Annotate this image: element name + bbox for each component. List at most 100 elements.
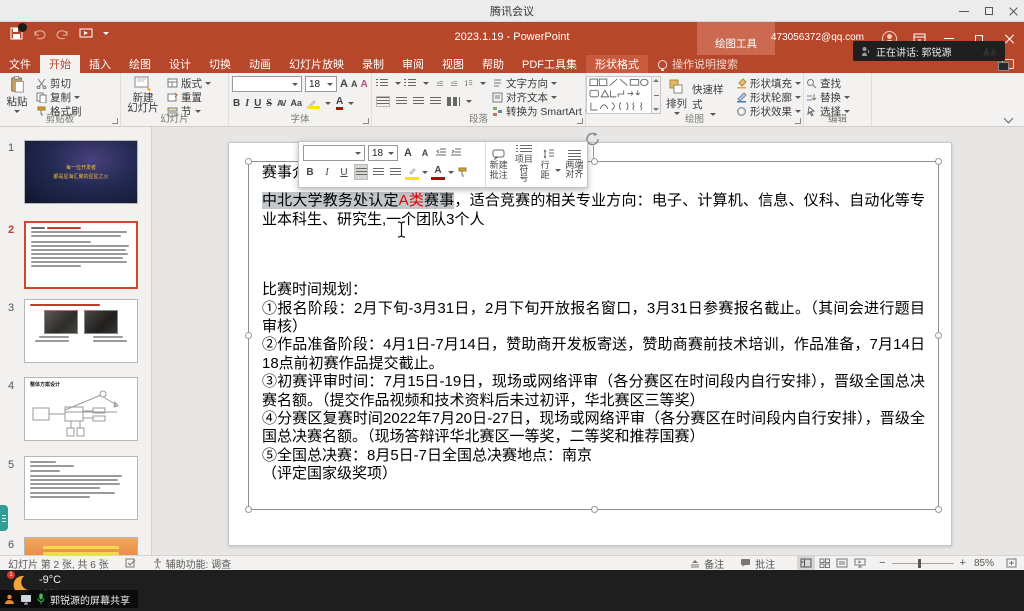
zoom-out-button[interactable]: − (879, 557, 885, 569)
mini-font-size-combo[interactable]: 18 (368, 145, 398, 161)
tab-transitions[interactable]: 切换 (200, 55, 240, 73)
slide-thumbnail-4[interactable]: 整体方案设计 (24, 377, 138, 441)
align-left-button[interactable] (376, 96, 390, 107)
tell-me-search[interactable]: 操作说明搜索 (648, 55, 748, 73)
mini-line-spacing-button[interactable]: 行距 (537, 142, 562, 187)
slide-counter[interactable]: 幻灯片 第 2 张, 共 6 张 (0, 556, 117, 571)
resize-handle-ne[interactable] (935, 158, 942, 165)
numbering-button[interactable] (408, 79, 416, 88)
mini-new-comment-button[interactable]: 新建批注 (486, 142, 511, 187)
comments-button[interactable]: 批注 (732, 556, 783, 571)
cut-button[interactable]: 剪切 (34, 77, 84, 90)
shape-outline-button[interactable]: 形状轮廓 (734, 91, 803, 104)
account-email[interactable]: 473056372@qq.com (771, 32, 864, 43)
italic-button[interactable]: I (245, 98, 249, 109)
slide-thumbnail-2-selected[interactable] (24, 221, 138, 289)
slide-sorter-view-button[interactable] (815, 556, 833, 570)
mini-highlight-button[interactable] (405, 164, 419, 180)
resize-handle-w[interactable] (245, 332, 252, 339)
change-case-button[interactable]: Aa (290, 98, 302, 108)
shrink-font-button[interactable]: A (351, 79, 358, 89)
mini-highlight-caret-icon[interactable] (422, 171, 428, 174)
character-spacing-button[interactable]: AV (277, 99, 286, 108)
mini-underline-button[interactable]: U (337, 164, 351, 180)
paste-button[interactable]: 粘贴 (0, 73, 34, 113)
grow-font-button[interactable]: A (340, 78, 348, 90)
meeting-minimize-button[interactable] (959, 11, 969, 12)
font-color-button[interactable]: A (336, 96, 343, 110)
font-color-caret-icon[interactable] (348, 102, 354, 105)
bold-button[interactable]: B (233, 98, 240, 109)
font-name-combo[interactable] (232, 76, 302, 92)
slide-thumbnail-1[interactable]: 每一位开发者 都是星海汇聚的星星之火 (24, 140, 138, 204)
highlight-caret-icon[interactable] (325, 102, 331, 105)
mini-bold-button[interactable]: B (303, 164, 317, 180)
zoom-slider-thumb[interactable] (918, 559, 921, 568)
copy-button[interactable]: 复制 (34, 91, 84, 104)
current-slide[interactable]: 赛事介绍 中北大学教务处认定A类赛事，适合竞赛的相关专业方向：电子、计算机、信息… (228, 142, 952, 546)
tab-draw[interactable]: 绘图 (120, 55, 160, 73)
align-right-button[interactable] (413, 97, 424, 106)
mini-grow-font-button[interactable]: A (401, 145, 415, 161)
quick-styles-button[interactable]: 快速样式 (692, 76, 734, 116)
justify-button[interactable] (430, 97, 441, 106)
shape-fill-button[interactable]: 形状填充 (734, 77, 803, 90)
resize-handle-nw[interactable] (245, 158, 252, 165)
drawing-dialog-launcher[interactable] (795, 118, 801, 124)
line-spacing-icon[interactable] (465, 78, 473, 89)
resize-handle-se[interactable] (935, 506, 942, 513)
mini-font-color-button[interactable]: A (431, 164, 445, 180)
resize-handle-e[interactable] (935, 332, 942, 339)
text-direction-button[interactable]: 文字方向 (490, 77, 593, 90)
screen-share-bar[interactable]: 郭锐源的屏幕共享 (0, 590, 138, 608)
find-button[interactable]: 查找 (804, 77, 871, 90)
tab-file[interactable]: 文件 (0, 55, 40, 73)
tab-help[interactable]: 帮助 (473, 55, 513, 73)
meeting-annotation-tab[interactable] (0, 505, 8, 531)
font-size-combo[interactable]: 18 (305, 76, 337, 92)
tab-insert[interactable]: 插入 (80, 55, 120, 73)
reset-button[interactable]: 重置 (165, 91, 213, 104)
tab-animations[interactable]: 动画 (240, 55, 280, 73)
tab-design[interactable]: 设计 (160, 55, 200, 73)
mini-justify-button[interactable]: 两端对齐 (562, 142, 587, 187)
shapes-gallery-scrollbar[interactable] (652, 76, 661, 114)
mini-shrink-font-button[interactable]: A (418, 145, 432, 161)
slide-body-text[interactable]: 赛事介绍 中北大学教务处认定A类赛事，适合竞赛的相关专业方向：电子、计算机、信息… (262, 164, 925, 484)
font-dialog-launcher[interactable] (363, 118, 369, 124)
tab-record[interactable]: 录制 (353, 55, 393, 73)
align-text-button[interactable]: 对齐文本 (490, 91, 593, 104)
tab-review[interactable]: 审阅 (393, 55, 433, 73)
arrange-button[interactable]: 排列 (661, 76, 692, 116)
mini-align-right-button[interactable] (388, 164, 402, 180)
new-slide-button[interactable]: 新建幻灯片 (121, 73, 165, 113)
mini-align-center-button[interactable] (371, 164, 385, 180)
bullets-button[interactable] (380, 79, 388, 88)
layout-button[interactable]: 版式 (165, 77, 213, 90)
mini-increase-indent-icon[interactable] (450, 148, 462, 158)
resize-handle-sw[interactable] (245, 506, 252, 513)
tab-home[interactable]: 开始 (40, 55, 80, 73)
increase-indent-icon[interactable] (450, 79, 458, 89)
tab-slideshow[interactable]: 幻灯片放映 (280, 55, 353, 73)
slideshow-view-button[interactable] (851, 556, 869, 570)
mini-font-color-caret-icon[interactable] (448, 171, 454, 174)
shapes-gallery[interactable] (586, 76, 661, 114)
strikethrough-button[interactable]: S (266, 98, 272, 109)
meeting-close-button[interactable] (1009, 7, 1018, 16)
notes-button[interactable]: 备注 (682, 556, 732, 571)
slide-thumbnail-6[interactable] (24, 537, 138, 555)
tab-pdf-tools[interactable]: PDF工具集 (513, 55, 586, 73)
paragraph-dialog-launcher[interactable] (577, 118, 583, 124)
zoom-slider[interactable] (892, 563, 954, 564)
slide-thumbnail-panel[interactable]: 1 每一位开发者 都是星海汇聚的星星之火 2 3 (0, 127, 152, 555)
spellcheck-button[interactable] (117, 558, 145, 568)
toast-popup-icon[interactable] (998, 62, 1009, 71)
collapse-ribbon-button[interactable] (1003, 117, 1012, 122)
clipboard-dialog-launcher[interactable] (112, 118, 118, 124)
fit-to-window-button[interactable] (1002, 556, 1020, 570)
tab-shape-format[interactable]: 形状格式 (586, 55, 648, 73)
slide-thumbnail-5[interactable] (24, 456, 138, 520)
mini-align-left-button[interactable] (354, 164, 368, 180)
accessibility-status[interactable]: 辅助功能: 调查 (145, 556, 240, 571)
